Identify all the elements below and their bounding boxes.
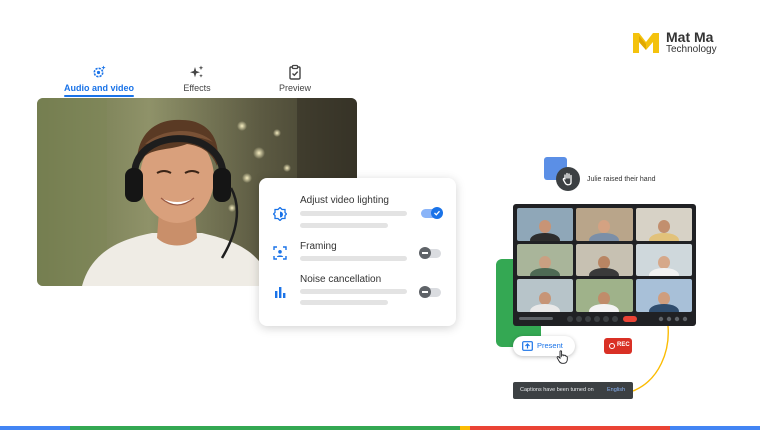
tab-label: Preview — [278, 83, 311, 93]
captions-status-text: Captions have been turned on — [520, 387, 594, 393]
tab-preview[interactable]: Preview — [255, 64, 335, 93]
google-color-bar — [0, 426, 760, 430]
setting-label: Noise cancellation — [300, 274, 382, 285]
brightness-icon — [273, 207, 287, 221]
participant-grid — [517, 208, 692, 312]
tab-audio-and-video[interactable]: Audio and video — [59, 64, 139, 93]
placeholder-line — [300, 256, 407, 261]
setting-label: Framing — [300, 241, 337, 252]
placeholder-line — [300, 223, 388, 228]
captions-icon — [585, 316, 591, 322]
noise-cancellation-toggle[interactable] — [419, 286, 441, 298]
participant-tile — [517, 208, 574, 241]
brand-subtitle: Technology — [666, 43, 717, 55]
mic-icon — [567, 316, 573, 322]
tab-label: Effects — [183, 83, 211, 93]
active-tab-indicator — [64, 95, 134, 97]
more-icon — [612, 316, 618, 322]
end-call-icon — [623, 316, 637, 322]
tab-label: Audio and video — [63, 83, 134, 93]
rec-label: REC — [617, 342, 630, 348]
brand-logo: Mat Ma Technology — [632, 30, 717, 55]
gear-sparkle-icon — [93, 65, 106, 78]
framing-icon — [273, 246, 287, 260]
hand-pointer-cursor-icon — [556, 350, 568, 364]
page: Mat Ma Technology Audio and video Effect… — [0, 0, 760, 430]
participant-tile — [517, 243, 574, 277]
participant-tile — [576, 243, 633, 277]
present-label: Present — [537, 341, 563, 350]
participant-tile — [635, 208, 692, 241]
meeting-window — [513, 204, 696, 326]
participant-tile — [576, 279, 633, 312]
captions-language-link[interactable]: English — [607, 387, 625, 393]
tab-effects[interactable]: Effects — [157, 64, 237, 93]
checkmark-icon — [434, 210, 440, 216]
participant-tile — [517, 279, 574, 312]
lighting-toggle[interactable] — [421, 207, 443, 219]
participant-tile — [635, 279, 692, 312]
clipboard-check-icon — [289, 64, 301, 80]
brand-name: Mat Ma — [666, 29, 714, 45]
placeholder-line — [300, 300, 388, 305]
recording-badge: REC — [604, 338, 632, 354]
participant-tile — [576, 208, 633, 241]
hand-icon — [594, 316, 600, 322]
present-screen-icon — [522, 341, 533, 351]
raised-hand-icon — [562, 172, 572, 186]
placeholder-line — [300, 289, 407, 294]
placeholder-line — [300, 211, 407, 216]
raised-hand-badge — [556, 167, 580, 191]
mat-ma-logo-icon — [633, 32, 659, 53]
meeting-controls-bar — [519, 316, 688, 322]
participant-tile — [635, 243, 692, 277]
sparkle-icon — [190, 65, 204, 78]
audio-levels-icon — [275, 287, 286, 298]
raised-hand-notification: Julie raised their hand — [587, 176, 656, 183]
captions-toast: Captions have been turned on English — [513, 382, 633, 399]
record-dot-icon — [609, 343, 615, 349]
camera-icon — [576, 316, 582, 322]
present-icon — [603, 316, 609, 322]
video-settings-card: Adjust video lighting Framing Noise canc… — [259, 178, 456, 326]
setting-label: Adjust video lighting — [300, 195, 389, 206]
framing-toggle[interactable] — [419, 247, 441, 259]
